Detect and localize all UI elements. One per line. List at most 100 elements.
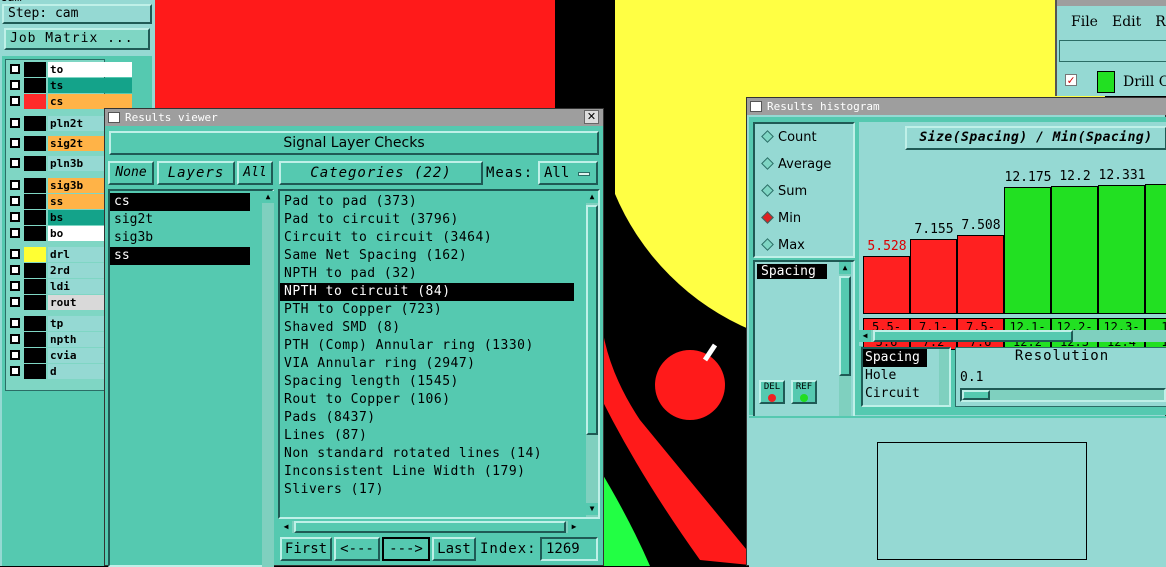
category-item[interactable]: NPTH to circuit (84) <box>280 283 574 301</box>
scroll-left-icon[interactable]: ◀ <box>859 330 871 342</box>
layer-checkbox[interactable] <box>10 366 20 376</box>
next-button[interactable]: ---> <box>382 537 430 561</box>
categories-hscrollbar[interactable]: ◀ ▶ <box>280 521 580 533</box>
categories-vscrollbar[interactable]: ▲ ▼ <box>586 191 598 517</box>
layer-color-swatch[interactable] <box>24 156 46 171</box>
category-item[interactable]: PTH (Comp) Annular ring (1330) <box>280 337 598 355</box>
histogram-bar[interactable] <box>910 239 957 314</box>
category-item[interactable]: NPTH to pad (32) <box>280 265 598 283</box>
scroll-up-icon[interactable]: ▲ <box>262 191 274 203</box>
layer-checkbox[interactable] <box>10 158 20 168</box>
check-icon[interactable]: ✓ <box>1065 74 1077 86</box>
type-item[interactable]: Circuit <box>863 385 949 403</box>
layer-color-swatch[interactable] <box>24 94 46 109</box>
histogram-bar[interactable] <box>1051 186 1098 314</box>
layer-checkbox[interactable] <box>10 180 20 190</box>
category-item[interactable]: Same Net Spacing (162) <box>280 247 598 265</box>
first-button[interactable]: First <box>280 537 332 561</box>
layer-checkbox[interactable] <box>10 297 20 307</box>
category-item[interactable]: Non standard rotated lines (14) <box>280 445 598 463</box>
layer-color-swatch[interactable] <box>24 116 46 131</box>
scroll-down-icon[interactable]: ▼ <box>586 503 598 515</box>
category-item[interactable]: Spacing length (1545) <box>280 373 598 391</box>
scroll-thumb[interactable] <box>839 276 851 376</box>
mode-radio-sum[interactable]: Sum <box>761 184 807 199</box>
results-histogram-titlebar[interactable]: Results histogram <box>747 98 1166 115</box>
type-scrollbar[interactable] <box>939 349 949 405</box>
categories-button[interactable]: Categories (22) <box>279 161 483 185</box>
category-item[interactable]: Rout to Copper (106) <box>280 391 598 409</box>
layer-checkbox[interactable] <box>10 281 20 291</box>
layer-color-swatch[interactable] <box>24 210 46 225</box>
layer-color-swatch[interactable] <box>24 178 46 193</box>
category-item[interactable]: Inconsistent Line Width (179) <box>280 463 598 481</box>
scroll-up-icon[interactable]: ▲ <box>839 262 851 274</box>
layer-color-swatch[interactable] <box>24 194 46 209</box>
slider-thumb[interactable] <box>962 390 990 400</box>
scroll-thumb[interactable] <box>586 205 598 435</box>
layer-name[interactable]: ts <box>48 78 132 93</box>
menu-item[interactable]: Edit <box>1112 14 1141 30</box>
layer-checkbox[interactable] <box>10 334 20 344</box>
category-item[interactable]: Pads (8437) <box>280 409 598 427</box>
layer-checkbox[interactable] <box>10 249 20 259</box>
hscroll-thumb[interactable] <box>873 330 1073 342</box>
mode-radio-count[interactable]: Count <box>761 130 817 145</box>
ref-button[interactable]: REF <box>791 380 817 404</box>
radio-diamond-icon[interactable] <box>761 184 774 197</box>
del-button[interactable]: DEL <box>759 380 785 404</box>
category-item[interactable]: VIA Annular ring (2947) <box>280 355 598 373</box>
menu-item[interactable]: File <box>1071 14 1098 30</box>
last-button[interactable]: Last <box>432 537 476 561</box>
histogram-bar[interactable] <box>1145 184 1166 314</box>
layer-checkbox[interactable] <box>10 138 20 148</box>
layer-checkbox[interactable] <box>10 212 20 222</box>
hscroll-thumb[interactable] <box>294 521 566 533</box>
prev-button[interactable]: <--- <box>334 537 380 561</box>
histogram-bar[interactable] <box>863 256 910 314</box>
layers-scrollbar[interactable]: ▲ <box>262 191 274 567</box>
layer-checkbox[interactable] <box>10 64 20 74</box>
layer-color-swatch[interactable] <box>24 62 46 77</box>
histogram-hscrollbar[interactable]: ◀ <box>859 330 1166 342</box>
all-layers-button[interactable]: All <box>237 161 273 185</box>
category-item[interactable]: Pad to circuit (3796) <box>280 211 598 229</box>
radio-diamond-icon[interactable] <box>761 130 774 143</box>
layer-color-swatch[interactable] <box>24 247 46 262</box>
layer-checkbox[interactable] <box>10 118 20 128</box>
category-item[interactable]: Circuit to circuit (3464) <box>280 229 598 247</box>
layer-color-swatch[interactable] <box>24 78 46 93</box>
results-viewer-titlebar[interactable]: Results viewer ✕ <box>105 109 603 126</box>
layer-checkbox[interactable] <box>10 196 20 206</box>
index-input[interactable]: 1269 <box>540 537 598 561</box>
layer-checkbox[interactable] <box>10 350 20 360</box>
layers-list[interactable]: cs sig2t sig3b ss ▲ <box>108 189 274 567</box>
layer-color-swatch[interactable] <box>24 295 46 310</box>
category-item[interactable]: PTH to Copper (723) <box>280 301 598 319</box>
layer-list-item[interactable]: ss <box>110 247 250 265</box>
layer-name[interactable]: cs <box>48 94 132 109</box>
mode-radio-min[interactable]: Min <box>761 211 801 226</box>
layers-button[interactable]: Layers <box>157 161 235 185</box>
layer-color-swatch[interactable] <box>24 332 46 347</box>
layer-color-swatch[interactable] <box>24 279 46 294</box>
meas-select[interactable]: All <box>538 161 598 185</box>
radio-diamond-icon[interactable] <box>761 157 774 170</box>
layer-checkbox[interactable] <box>10 96 20 106</box>
radio-diamond-icon[interactable] <box>761 238 774 251</box>
layer-list-item[interactable]: sig2t <box>110 211 272 229</box>
histogram-bar[interactable] <box>957 235 1004 314</box>
scroll-up-icon[interactable]: ▲ <box>586 191 598 203</box>
layer-color-swatch[interactable] <box>24 364 46 379</box>
category-item[interactable]: Pad to pad (373) <box>280 193 598 211</box>
layer-checkbox[interactable] <box>10 265 20 275</box>
layer-color-swatch[interactable] <box>24 316 46 331</box>
layer-name[interactable]: to <box>48 62 132 77</box>
type-item[interactable]: Hole <box>863 367 949 385</box>
histogram-bar[interactable] <box>1004 187 1051 314</box>
layer-color-swatch[interactable] <box>24 136 46 151</box>
category-item[interactable]: Lines (87) <box>280 427 598 445</box>
layer-color-swatch[interactable] <box>24 263 46 278</box>
scroll-right-icon[interactable]: ▶ <box>568 521 580 533</box>
layer-checkbox[interactable] <box>10 228 20 238</box>
